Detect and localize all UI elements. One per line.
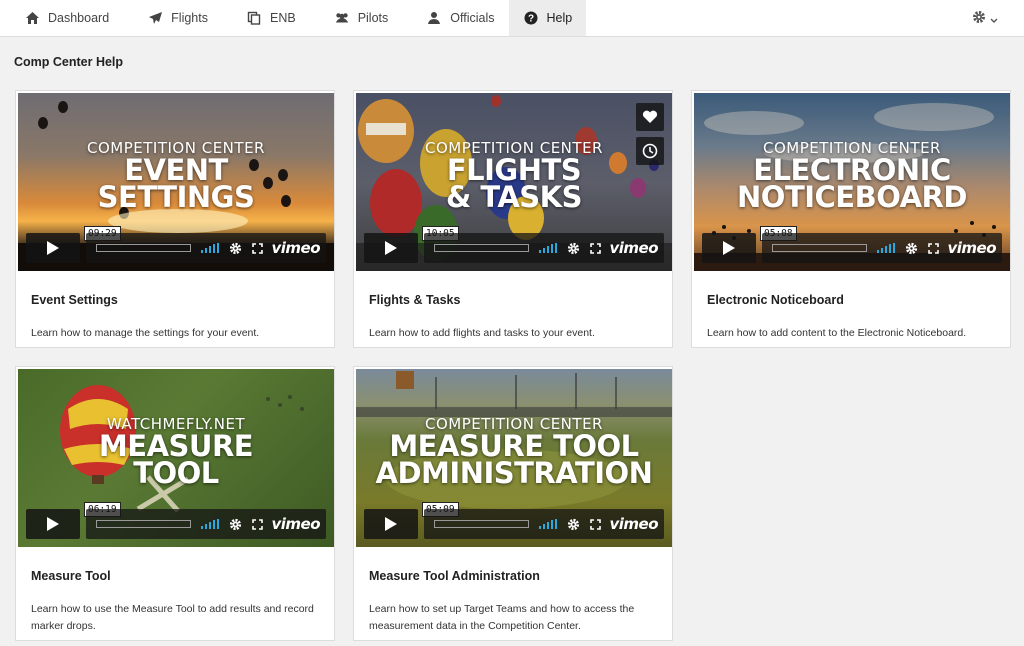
- video-player[interactable]: COMPETITION CENTER ELECTRONIC NOTICEBOAR…: [694, 93, 1010, 271]
- volume-icon[interactable]: [201, 243, 220, 253]
- nav-item-officials[interactable]: Officials: [402, 0, 508, 36]
- video-progress-bar[interactable]: [772, 244, 868, 252]
- play-icon: [47, 517, 59, 531]
- play-button[interactable]: [364, 509, 418, 539]
- nav-item-dashboard[interactable]: Dashboard: [0, 0, 123, 36]
- video-title-overlay: WATCHMEFLY.NET MEASURE TOOL: [18, 369, 334, 490]
- card-title: Flights & Tasks: [369, 293, 461, 307]
- card-description: Learn how to set up Target Teams and how…: [369, 603, 635, 632]
- top-nav: Dashboard Flights ENB Pilots Officials ?…: [0, 0, 1024, 37]
- video-progress-bar[interactable]: [96, 520, 192, 528]
- settings-gear-icon[interactable]: [905, 242, 918, 255]
- video-controls: vimeo: [424, 233, 664, 263]
- video-controls: vimeo: [762, 233, 1002, 263]
- nav-item-enb[interactable]: ENB: [222, 0, 310, 36]
- chevron-down-icon: [990, 11, 998, 29]
- fullscreen-icon[interactable]: [252, 518, 264, 530]
- play-icon: [723, 241, 735, 255]
- card-description: Learn how to use the Measure Tool to add…: [31, 603, 314, 632]
- page-title: Comp Center Help: [14, 55, 124, 69]
- settings-menu[interactable]: [972, 10, 998, 29]
- settings-gear-icon[interactable]: [229, 518, 242, 531]
- video-controls: vimeo: [424, 509, 664, 539]
- volume-icon[interactable]: [877, 243, 896, 253]
- video-title-overlay: COMPETITION CENTER ELECTRONIC NOTICEBOAR…: [694, 93, 1010, 214]
- play-icon: [47, 241, 59, 255]
- home-icon: [24, 10, 40, 26]
- card-description: Learn how to manage the settings for you…: [31, 327, 260, 339]
- video-title-overlay: COMPETITION CENTER MEASURE TOOL ADMINIST…: [356, 369, 672, 490]
- vimeo-logo[interactable]: vimeo: [947, 239, 996, 257]
- video-progress-bar[interactable]: [434, 244, 530, 252]
- nav-label: Help: [546, 11, 573, 25]
- users-icon: [334, 10, 350, 26]
- volume-icon[interactable]: [539, 519, 558, 529]
- nav-label: Flights: [171, 11, 208, 25]
- help-card-electronic-noticeboard: COMPETITION CENTER ELECTRONIC NOTICEBOAR…: [691, 90, 1011, 348]
- play-icon: [385, 517, 397, 531]
- vimeo-logo[interactable]: vimeo: [609, 515, 658, 533]
- help-card-event-settings: COMPETITION CENTER EVENT SETTINGS 09:29 …: [15, 90, 335, 348]
- nav-item-help[interactable]: ? Help: [508, 0, 587, 36]
- video-title-line: TOOL: [133, 456, 219, 490]
- nav-label: Pilots: [357, 11, 389, 25]
- card-description: Learn how to add flights and tasks to yo…: [369, 327, 595, 339]
- settings-gear-icon[interactable]: [567, 242, 580, 255]
- vimeo-logo[interactable]: vimeo: [271, 515, 320, 533]
- gear-icon: [972, 10, 986, 29]
- fullscreen-icon[interactable]: [590, 242, 602, 254]
- video-progress-bar[interactable]: [96, 244, 192, 252]
- nav-label: Officials: [450, 11, 495, 25]
- help-card-measure-tool-administration: COMPETITION CENTER MEASURE TOOL ADMINIST…: [353, 366, 673, 641]
- play-button[interactable]: [364, 233, 418, 263]
- help-card-flights-tasks: COMPETITION CENTER FLIGHTS & TASKS 10:05…: [353, 90, 673, 348]
- video-title-line: & TASKS: [445, 180, 583, 214]
- nav-item-pilots[interactable]: Pilots: [310, 0, 403, 36]
- card-title: Measure Tool: [31, 569, 111, 583]
- nav-label: ENB: [269, 11, 296, 25]
- settings-gear-icon[interactable]: [567, 518, 580, 531]
- help-card-measure-tool: WATCHMEFLY.NET MEASURE TOOL 06:19 vimeo …: [15, 366, 335, 641]
- card-title: Measure Tool Administration: [369, 569, 540, 583]
- video-title-overlay: COMPETITION CENTER EVENT SETTINGS: [18, 93, 334, 214]
- video-progress-bar[interactable]: [434, 520, 530, 528]
- video-player[interactable]: COMPETITION CENTER EVENT SETTINGS 09:29 …: [18, 93, 334, 271]
- video-title-overlay: COMPETITION CENTER FLIGHTS & TASKS: [356, 93, 672, 214]
- fullscreen-icon[interactable]: [590, 518, 602, 530]
- video-player[interactable]: COMPETITION CENTER FLIGHTS & TASKS 10:05…: [356, 93, 672, 271]
- card-description: Learn how to add content to the Electron…: [707, 327, 967, 339]
- card-title: Electronic Noticeboard: [707, 293, 844, 307]
- video-title-line: SETTINGS: [97, 180, 255, 214]
- volume-icon[interactable]: [201, 519, 220, 529]
- video-controls: vimeo: [86, 233, 326, 263]
- nav-item-flights[interactable]: Flights: [123, 0, 222, 36]
- vimeo-logo[interactable]: vimeo: [271, 239, 320, 257]
- paper-plane-icon: [147, 10, 163, 26]
- fullscreen-icon[interactable]: [928, 242, 940, 254]
- video-title-line: ADMINISTRATION: [375, 456, 653, 490]
- video-controls: vimeo: [86, 509, 326, 539]
- nav-label: Dashboard: [48, 11, 110, 25]
- play-icon: [385, 241, 397, 255]
- copy-icon: [246, 10, 262, 26]
- play-button[interactable]: [26, 509, 80, 539]
- play-button[interactable]: [26, 233, 80, 263]
- settings-gear-icon[interactable]: [229, 242, 242, 255]
- fullscreen-icon[interactable]: [252, 242, 264, 254]
- vimeo-logo[interactable]: vimeo: [609, 239, 658, 257]
- play-button[interactable]: [702, 233, 756, 263]
- volume-icon[interactable]: [539, 243, 558, 253]
- card-title: Event Settings: [31, 293, 118, 307]
- video-player[interactable]: COMPETITION CENTER MEASURE TOOL ADMINIST…: [356, 369, 672, 547]
- video-title-line: NOTICEBOARD: [737, 180, 967, 214]
- question-circle-icon: ?: [523, 10, 539, 26]
- svg-text:?: ?: [527, 14, 533, 25]
- official-icon: [426, 10, 442, 26]
- video-player[interactable]: WATCHMEFLY.NET MEASURE TOOL 06:19 vimeo: [18, 369, 334, 547]
